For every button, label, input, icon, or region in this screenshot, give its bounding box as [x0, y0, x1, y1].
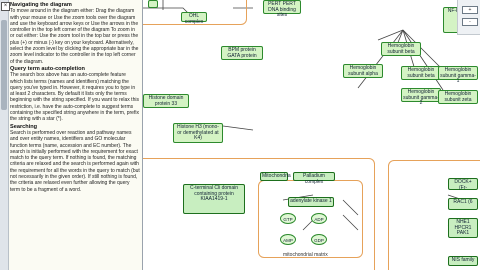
close-icon[interactable]: × [1, 2, 10, 11]
node-hb-beta-top[interactable]: Hemoglobin subunit beta [381, 42, 421, 56]
node-hb-zeta[interactable]: Hemoglobin subunit zeta [438, 90, 478, 104]
help-scrollbar[interactable] [0, 0, 9, 270]
zoom-out-button[interactable]: - [462, 18, 478, 26]
node-hb-gamma1[interactable]: Hemoglobin subunit gamma-1 [438, 66, 478, 84]
node-small-a[interactable] [148, 0, 158, 8]
node-hb-gamma2[interactable]: Hemoglobin subunit gamma-2 [401, 88, 441, 106]
scrollbar-thumb[interactable] [1, 20, 7, 110]
node-amp[interactable]: AMP [280, 234, 296, 245]
node-mitochondria[interactable]: Mitochondria [260, 172, 291, 181]
help-text-navigating: To move around in the diagram either: Dr… [10, 8, 139, 65]
node-ohl-complex[interactable]: OHL complex [181, 12, 207, 24]
node-gtp[interactable]: GTP [280, 213, 296, 224]
node-hb-beta[interactable]: Hemoglobin subunit beta [401, 66, 441, 80]
node-histone-mid[interactable]: Histone H3 (mono- or demethylated at K4) [173, 123, 223, 143]
node-gdp[interactable]: GDP [311, 234, 327, 245]
node-top-complex[interactable]: PERT PERT DNA binding sites [263, 0, 301, 18]
pathway-diagram[interactable]: OHL complex PERT PERT DNA binding sites … [143, 0, 480, 270]
node-hb-alpha[interactable]: Hemoglobin subunit alpha [343, 64, 383, 78]
zoom-in-button[interactable]: + [462, 6, 478, 14]
node-palladium[interactable]: Palladium complex [293, 172, 335, 184]
node-adenylate-kinase[interactable]: adenylate kinase 1 [288, 197, 334, 207]
node-nis[interactable]: NIS family [448, 256, 478, 266]
help-text-autocomplete: The search box above has an auto-complet… [10, 72, 139, 123]
node-c-terminal[interactable]: C-terminal Cli domain containing protein… [183, 184, 245, 214]
node-rac1[interactable]: RAC1 (6 [448, 198, 478, 210]
help-panel: × Navigating the diagram To move around … [0, 0, 143, 270]
help-content: Navigating the diagram To move around in… [10, 2, 140, 193]
node-histone-left[interactable]: Histone domain protein 33 [143, 94, 189, 108]
node-dock[interactable]: DOCK+ (Fr- [448, 178, 478, 190]
node-grb[interactable]: NHE1 HPCR1 PAK1 [448, 218, 478, 238]
zoom-toolbar: + - [457, 0, 480, 35]
compartment-right [388, 160, 480, 270]
node-adp[interactable]: ADP [311, 213, 327, 224]
node-bpm-protein[interactable]: BPM protein GATA protein [221, 46, 263, 60]
help-text-searching: Search is performed over reaction and pa… [10, 129, 140, 193]
label-mito-matrix: mitochondrial matrix [283, 252, 328, 258]
